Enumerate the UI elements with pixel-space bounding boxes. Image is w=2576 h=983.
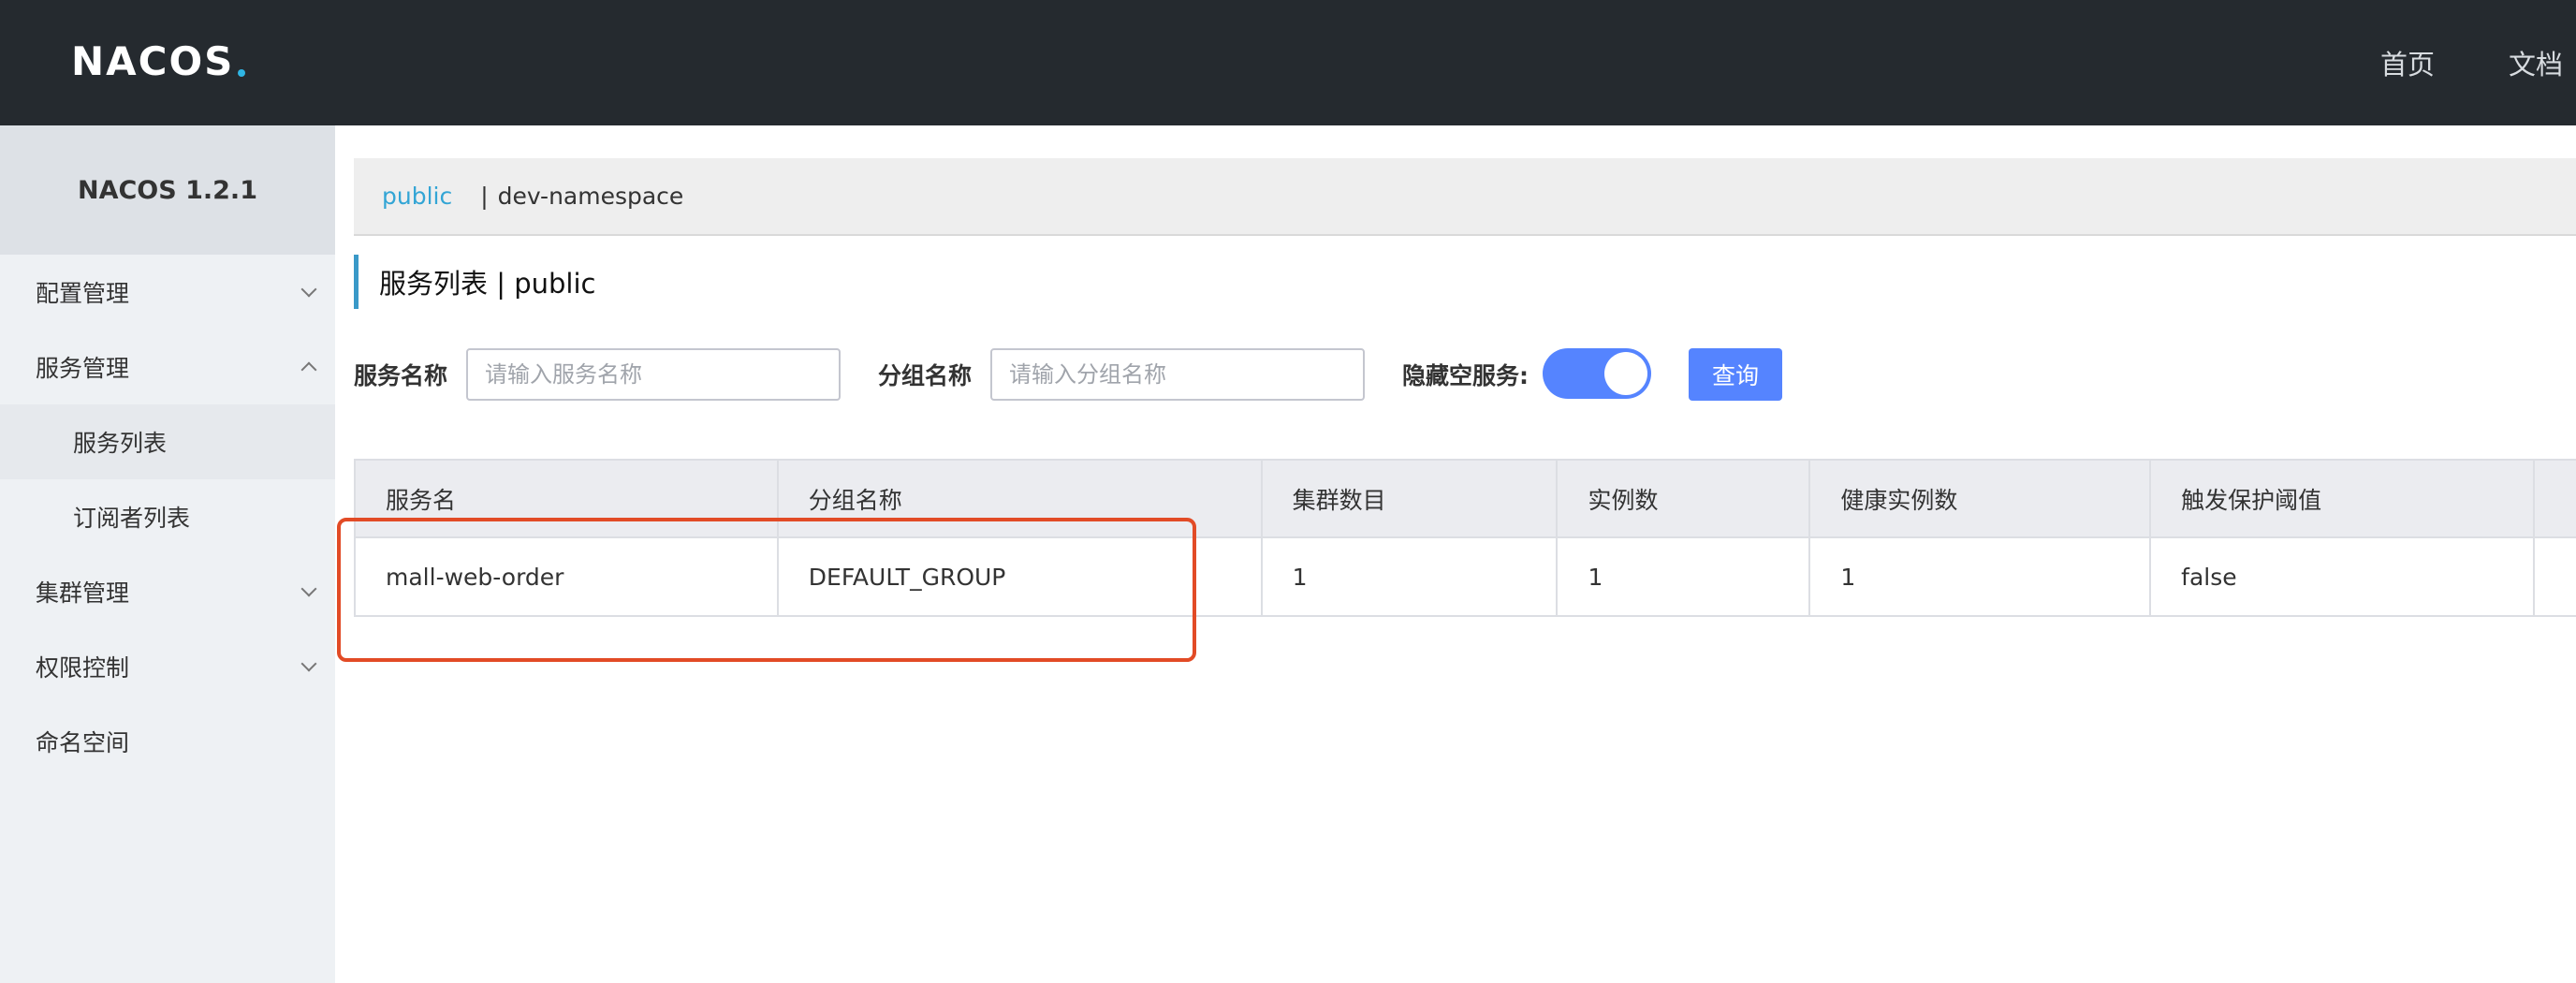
- main-content: public | dev-namespace 服务列表 | public 服务名…: [335, 125, 2576, 983]
- top-bar: NACOS 首页 文档: [0, 0, 2576, 125]
- namespace-dev[interactable]: dev-namespace: [498, 183, 684, 210]
- service-table: 服务名 分组名称 集群数目 实例数 健康实例数 触发保护阈值 mall-web-…: [354, 459, 2576, 617]
- nav-home[interactable]: 首页: [2380, 0, 2435, 125]
- column-header: 集群数目: [1260, 459, 1558, 538]
- sidebar-item-label: 服务管理: [36, 355, 130, 382]
- sidebar-title: NACOS 1.2.1: [0, 125, 335, 255]
- column-header: 服务名: [354, 459, 778, 538]
- table-cell: 1: [1260, 537, 1558, 617]
- sidebar-item-subscriber-list[interactable]: 订阅者列表: [0, 479, 335, 554]
- sidebar-item-access-control[interactable]: 权限控制: [0, 629, 335, 704]
- column-header: 触发保护阈值: [2149, 459, 2534, 538]
- sidebar-item-config-management[interactable]: 配置管理: [0, 255, 335, 330]
- namespace-separator: |: [480, 183, 489, 210]
- table-cell: false: [2149, 537, 2534, 617]
- sidebar-item-service-list[interactable]: 服务列表: [0, 404, 335, 479]
- column-header: 健康实例数: [1808, 459, 2151, 538]
- sidebar-item-label: 订阅者列表: [73, 505, 191, 532]
- column-header: 分组名称: [776, 459, 1262, 538]
- logo-text: NACOS: [71, 37, 235, 84]
- namespace-public[interactable]: public: [382, 183, 452, 210]
- column-header-extra: [2532, 459, 2576, 538]
- sidebar-item-namespace[interactable]: 命名空间: [0, 704, 335, 779]
- page-title: 服务列表 | public: [354, 255, 595, 309]
- table-row[interactable]: mall-web-order DEFAULT_GROUP 1 1 1 false: [354, 537, 2576, 617]
- query-button[interactable]: 查询: [1689, 348, 1782, 401]
- nav-docs[interactable]: 文档: [2509, 0, 2563, 125]
- sidebar-item-label: 服务列表: [73, 430, 168, 457]
- sidebar-item-cluster-management[interactable]: 集群管理: [0, 554, 335, 629]
- table-header-row: 服务名 分组名称 集群数目 实例数 健康实例数 触发保护阈值: [354, 459, 2576, 538]
- group-name-label: 分组名称: [878, 362, 973, 389]
- sidebar-item-service-management[interactable]: 服务管理: [0, 330, 335, 404]
- toggle-knob: [1604, 352, 1647, 395]
- nacos-logo[interactable]: NACOS: [71, 37, 246, 84]
- table-cell-extra: [2532, 537, 2576, 617]
- chevron-down-icon: [300, 281, 317, 298]
- group-name-input[interactable]: [990, 348, 1365, 401]
- service-name-input[interactable]: [466, 348, 841, 401]
- sidebar-item-label: 命名空间: [36, 729, 130, 756]
- sidebar: NACOS 1.2.1 配置管理 服务管理 服务列表 订阅者列表 集群管理 权限…: [0, 125, 335, 983]
- chevron-up-icon: [300, 361, 317, 378]
- hide-empty-label: 隐藏空服务:: [1402, 362, 1529, 389]
- search-form: 服务名称 分组名称 隐藏空服务: 查询: [354, 348, 1945, 401]
- table-cell: mall-web-order: [354, 537, 778, 617]
- table-cell: DEFAULT_GROUP: [776, 537, 1262, 617]
- namespace-bar: public | dev-namespace: [354, 158, 2576, 236]
- sidebar-item-label: 配置管理: [36, 280, 130, 307]
- table-cell: 1: [1556, 537, 1810, 617]
- chevron-down-icon: [300, 655, 317, 672]
- sidebar-item-label: 集群管理: [36, 580, 130, 607]
- chevron-down-icon: [300, 580, 317, 597]
- table-cell: 1: [1808, 537, 2151, 617]
- sidebar-item-label: 权限控制: [36, 654, 130, 682]
- service-name-label: 服务名称: [354, 362, 448, 389]
- hide-empty-toggle[interactable]: [1543, 348, 1651, 399]
- column-header: 实例数: [1556, 459, 1810, 538]
- logo-dot: [238, 69, 246, 77]
